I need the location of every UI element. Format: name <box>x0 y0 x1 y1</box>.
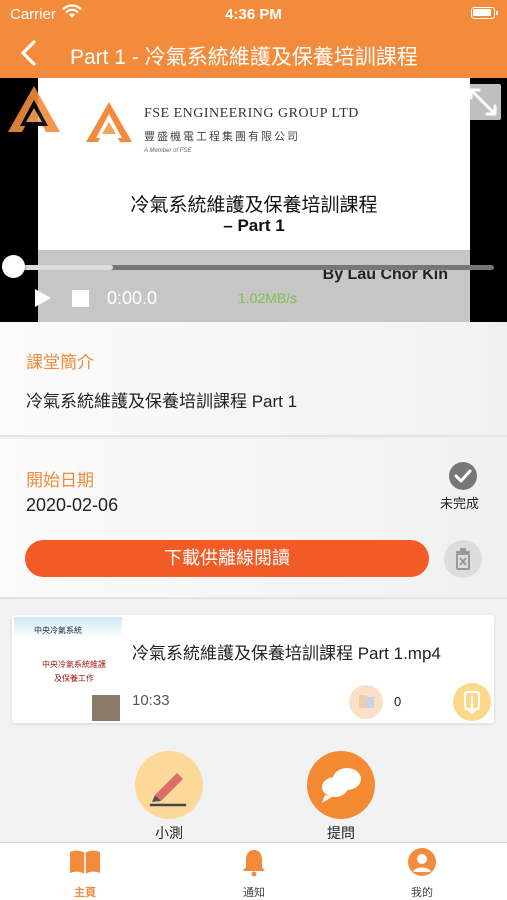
stop-icon[interactable] <box>72 290 89 307</box>
intro-section: 課堂簡介 冷氣系統維護及保養培訓課程 Part 1 <box>0 322 507 437</box>
tab-home-label: 主頁 <box>74 887 96 899</box>
slide-member: A Member of FSE <box>144 148 192 154</box>
completion-status: 未完成 <box>440 496 480 511</box>
back-arrow-icon[interactable] <box>14 38 44 68</box>
tab-home[interactable]: 主頁 <box>35 847 135 900</box>
schedule-section: 開始日期 2020-02-06 未完成 下載供離線閱讀 <box>0 439 507 599</box>
video-duration: 10:33 <box>132 692 170 709</box>
start-date-value: 2020-02-06 <box>26 495 119 515</box>
book-icon <box>70 850 100 874</box>
thumb-header: 中央冷氣系統 <box>34 626 82 635</box>
ask-question-button[interactable]: 提問 <box>305 751 377 843</box>
views-icon <box>349 685 383 719</box>
start-date-label: 開始日期 <box>26 471 94 490</box>
video-player[interactable]: FSE ENGINEERING GROUP LTD 豐盛機電工程集團有限公司 A… <box>0 78 507 322</box>
watermark-logo-icon <box>8 86 60 132</box>
company-logo-icon <box>86 102 132 142</box>
slide-company-zh: 豐盛機電工程集團有限公司 <box>144 130 300 143</box>
pencil-icon <box>135 751 203 819</box>
slide-course-title: 冷氣系統維護及保養培訓課程 <box>130 195 378 216</box>
ask-label: 提問 <box>327 825 355 841</box>
tab-bar: 主頁 通知 我的 <box>0 842 507 900</box>
intro-label: 課堂簡介 <box>26 353 94 372</box>
playback-time: 0:00.0 <box>107 288 158 308</box>
slide-company-en: FSE ENGINEERING GROUP LTD <box>144 106 359 121</box>
tab-profile[interactable]: 我的 <box>372 847 472 900</box>
video-title: 冷氣系統維護及保養培訓課程 Part 1.mp4 <box>132 644 441 663</box>
quiz-label: 小測 <box>155 825 183 841</box>
checkmark-icon[interactable] <box>449 462 477 490</box>
intro-text: 冷氣系統維護及保養培訓課程 Part 1 <box>26 392 298 411</box>
slide-course-part: – Part 1 <box>223 216 285 235</box>
progress-bar[interactable] <box>12 265 494 270</box>
download-speed: 1.02MB/s <box>238 290 298 306</box>
seek-knob[interactable] <box>2 255 25 278</box>
thumb-line1: 中央冷氣系統維護 <box>42 660 106 669</box>
user-icon <box>408 848 436 876</box>
bell-icon <box>243 850 265 877</box>
quiz-button[interactable]: 小測 <box>133 751 205 843</box>
delete-button[interactable] <box>444 540 482 578</box>
video-thumbnail: 中央冷氣系統 中央冷氣系統維護 及保養工作 <box>14 617 122 721</box>
play-icon[interactable] <box>34 289 52 307</box>
thumb-photo <box>92 695 120 721</box>
battery-icon <box>471 7 498 19</box>
thumb-line2: 及保養工作 <box>54 674 94 683</box>
status-bar: Carrier 4:36 PM <box>0 0 507 28</box>
trash-icon <box>456 548 470 570</box>
buffer-bar <box>12 265 114 270</box>
download-offline-button[interactable]: 下載供離線閱讀 <box>25 540 429 577</box>
video-frame: FSE ENGINEERING GROUP LTD 豐盛機電工程集團有限公司 A… <box>38 78 470 322</box>
page-title: Part 1 - 冷氣系統維護及保養培訓課程 <box>70 46 418 69</box>
fullscreen-icon[interactable] <box>465 84 501 120</box>
nav-bar: Part 1 - 冷氣系統維護及保養培訓課程 <box>0 28 507 78</box>
status-time: 4:36 PM <box>225 6 282 23</box>
chat-bubble-icon <box>307 751 375 819</box>
tab-profile-label: 我的 <box>411 887 433 899</box>
views-count: 0 <box>394 694 402 709</box>
tab-notifications-label: 通知 <box>243 887 265 899</box>
tab-notifications[interactable]: 通知 <box>204 847 304 900</box>
video-list-item[interactable]: 中央冷氣系統 中央冷氣系統維護 及保養工作 冷氣系統維護及保養培訓課程 Part… <box>12 615 494 723</box>
offline-download-icon[interactable] <box>453 683 491 721</box>
slide-lecturer-band <box>38 250 470 322</box>
